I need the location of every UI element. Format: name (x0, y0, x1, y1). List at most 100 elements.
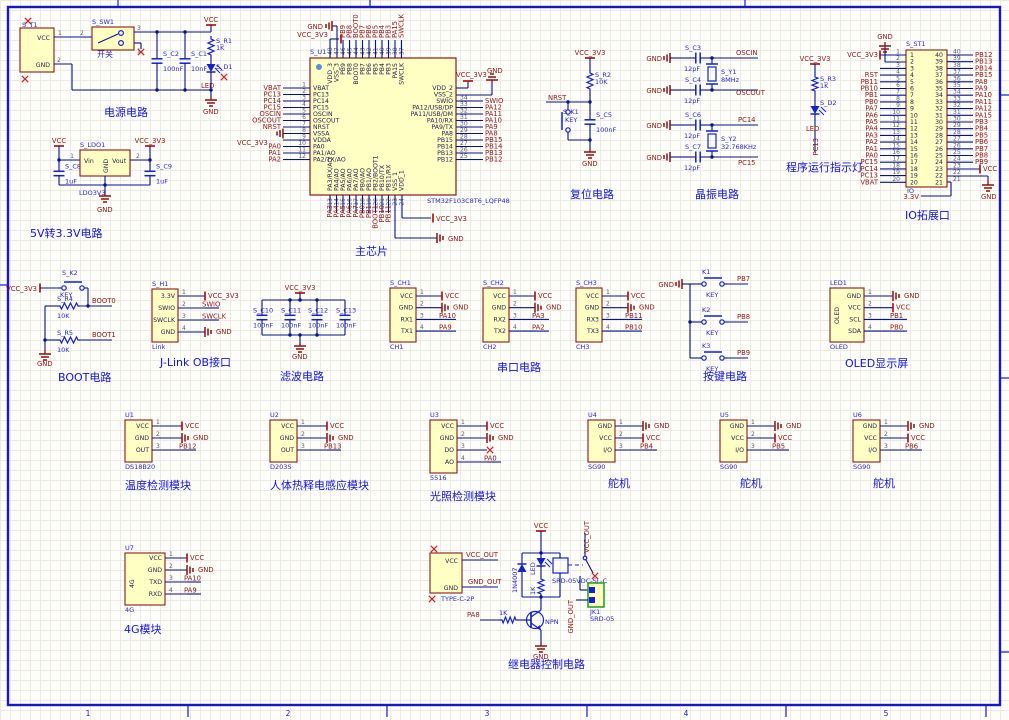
net-label[interactable]: BOOT0 (92, 297, 116, 305)
component-U7[interactable]: U7 4G 4G VCC 1 VCC GND 2 GND TXD 3 PA10 RXD 4 PA9 (124, 544, 214, 614)
component-name[interactable]: SRD-05 (590, 615, 614, 623)
capacitor[interactable]: S_C8 1uF (53, 162, 82, 186)
net-label[interactable]: VCC_3V3 (297, 31, 328, 39)
power-flag[interactable]: VCC_3V3 (135, 137, 166, 147)
component-U6[interactable]: U6 SG90 GND 1 GND VCC 2 VCC I/O 3 PB6 (852, 411, 935, 471)
component-U3[interactable]: U3 5516 VCC 1 VCC GND 2 GND DO 3 AO 4 PA0 (429, 411, 514, 482)
push-button[interactable]: K2 KEY (698, 306, 728, 337)
net-label[interactable]: PC15 (738, 159, 756, 167)
net-label[interactable]: VCC_3V3 (436, 215, 467, 223)
led[interactable] (536, 558, 553, 568)
led[interactable] (810, 106, 827, 116)
capacitor[interactable]: S_C2 100nF (151, 32, 184, 90)
net-label[interactable]: GND (37, 360, 53, 368)
terminal-block[interactable] (587, 582, 605, 608)
net-label[interactable]: LED (806, 125, 819, 133)
component-body[interactable] (91, 26, 135, 51)
ground-symbol[interactable] (663, 152, 671, 162)
ground-symbol[interactable] (205, 96, 217, 107)
ground-symbol[interactable] (39, 350, 51, 361)
component-name[interactable]: TYPE-C-2P (440, 595, 474, 603)
capacitor[interactable]: S_C13 100nF (336, 300, 357, 335)
ground-symbol[interactable] (325, 21, 333, 31)
resistor[interactable]: 1K (499, 609, 518, 625)
power-flag[interactable]: VCC_3V3 (285, 284, 316, 294)
component-value[interactable]: 1K (529, 586, 537, 595)
net-label[interactable]: GND (97, 206, 113, 214)
net-label[interactable]: PB9 (737, 349, 750, 357)
resistor[interactable]: S_R210K (585, 70, 611, 92)
net-label[interactable]: NRST (548, 94, 567, 102)
ground-symbol[interactable] (486, 73, 498, 84)
component-ref[interactable]: S_D1 (216, 63, 233, 71)
component-S_CH1[interactable]: S_CH1 CH1 VCC 1 VCC GND 2 GND RX1 3 PA10 TX1 4 PA9 (389, 279, 469, 351)
net-label[interactable]: VCC_3V3 (237, 139, 268, 147)
net-label[interactable]: VCC_OUT (466, 551, 499, 559)
net-label[interactable]: PB8 (737, 313, 750, 321)
component-S_CH3[interactable]: S_CH3 CH3 VCC 1 VCC GND 2 GND RX3 3 PB11 TX3 4 PB10 (575, 279, 655, 351)
net-label[interactable]: GND (292, 353, 308, 361)
net-label[interactable]: GND (487, 67, 503, 75)
push-button[interactable]: S_K1KEY (561, 106, 579, 136)
net-label[interactable]: PA8 (467, 611, 480, 619)
net-label[interactable]: GND (646, 55, 662, 63)
crystal[interactable]: S_Y18MHz (706, 58, 740, 90)
net-label[interactable]: OSCOUT (736, 89, 766, 97)
crystal[interactable]: S_Y232.768KHz (706, 125, 757, 157)
net-label[interactable]: PC14 (738, 116, 756, 124)
net-label[interactable]: VCC (983, 165, 997, 173)
net-label[interactable]: VCC_OUT (583, 520, 591, 553)
ground-symbol[interactable] (663, 120, 671, 130)
schematic-canvas[interactable]: 1 2 3 4 5S_T1VCCGND1 22S_SW131开关VCCS_C2100nFS… (0, 0, 1009, 720)
power-flag[interactable]: VCC (52, 137, 66, 147)
net-label[interactable]: GND (203, 108, 219, 116)
component-U4[interactable]: U4 SG90 GND 1 GND VCC 2 VCC I/O 3 PB4 (587, 411, 670, 471)
component-ref[interactable]: S_D2 (820, 99, 837, 107)
component-name[interactable]: LDO3V3 (79, 189, 105, 197)
power-flag[interactable]: VCC_3V3 (800, 55, 831, 65)
net-label[interactable]: OSCIN (736, 49, 758, 57)
component-S_CH2[interactable]: S_CH2 CH2 VCC 1 VCC GND 2 GND RX2 3 PA3 TX2 4 PA2 (482, 279, 562, 351)
ground-symbol[interactable] (436, 233, 444, 243)
component-U1[interactable]: U1 DS18B20 VCC 1 VCC GND 2 GND OUT 3 PB12 (124, 411, 209, 471)
component-ref[interactable]: S_SW1 (92, 18, 114, 26)
component-ref[interactable]: S_LDO1 (80, 141, 105, 149)
ground-symbol[interactable] (535, 642, 547, 653)
resistor[interactable] (536, 576, 546, 597)
net-label[interactable]: GND (448, 235, 464, 243)
ground-symbol[interactable] (982, 181, 994, 192)
net-label[interactable]: GND (646, 87, 662, 95)
capacitor[interactable]: S_C9 1uF (144, 162, 173, 186)
component-LED1[interactable]: LED1 OLED OLED GND 1 GND VCC 2 VCC SCL 3 PB1 SDA 4 PB0 (829, 279, 920, 351)
ground-symbol[interactable] (675, 279, 683, 289)
power-flag[interactable]: VCC (534, 522, 548, 532)
ground-symbol[interactable] (294, 342, 306, 353)
component-value[interactable]: LED (529, 562, 537, 575)
component-S_H1[interactable]: S_H1Link3.3V1 VCC_3V3SWIO2 SWIOSWCLK3 SWCLK… (151, 280, 239, 351)
component-U2[interactable]: U2 D203S VCC 1 VCC GND 2 GND OUT 3 PB13 (269, 411, 354, 471)
ground-symbol[interactable] (584, 148, 596, 159)
net-label[interactable]: GND_OUT (567, 599, 575, 633)
net-label[interactable]: BOOT1 (92, 331, 116, 339)
net-label[interactable]: GND (646, 154, 662, 162)
resistor[interactable]: S_R4 10K (57, 295, 80, 320)
net-label[interactable]: GND (646, 122, 662, 130)
ground-symbol[interactable] (663, 53, 671, 63)
capacitor[interactable]: S_C5 100nF (584, 104, 617, 140)
push-button[interactable]: K1 KEY (698, 268, 728, 299)
net-label[interactable]: GND (658, 281, 674, 289)
resistor[interactable]: S_R5 10K (57, 329, 80, 354)
net-label[interactable]: PC13 (812, 138, 820, 156)
component-value[interactable]: 1N4007 (511, 567, 519, 593)
power-flag[interactable]: VCC_3V3 (575, 49, 606, 59)
net-label[interactable]: GND (877, 33, 893, 41)
net-label[interactable]: GND (981, 193, 997, 201)
component-S_U1[interactable]: S_U1STM32F103C8T6_LQFP48VBAT1VBATPC132PC… (252, 13, 510, 228)
component-U5[interactable]: U5 SG90 GND 1 GND VCC 2 VCC I/O 3 PB5 (719, 411, 802, 471)
resistor[interactable]: S_R11K (206, 36, 232, 58)
push-button[interactable]: K3KEY (698, 342, 728, 373)
net-label[interactable]: GND (307, 23, 323, 31)
net-label[interactable]: 3.3V (904, 193, 920, 201)
component-S_ST1[interactable]: S_ST1IO1 401VCC_3V3 40 PB122 392 39 PB133 383 38… (847, 40, 992, 195)
net-label[interactable]: PB7 (737, 275, 750, 283)
